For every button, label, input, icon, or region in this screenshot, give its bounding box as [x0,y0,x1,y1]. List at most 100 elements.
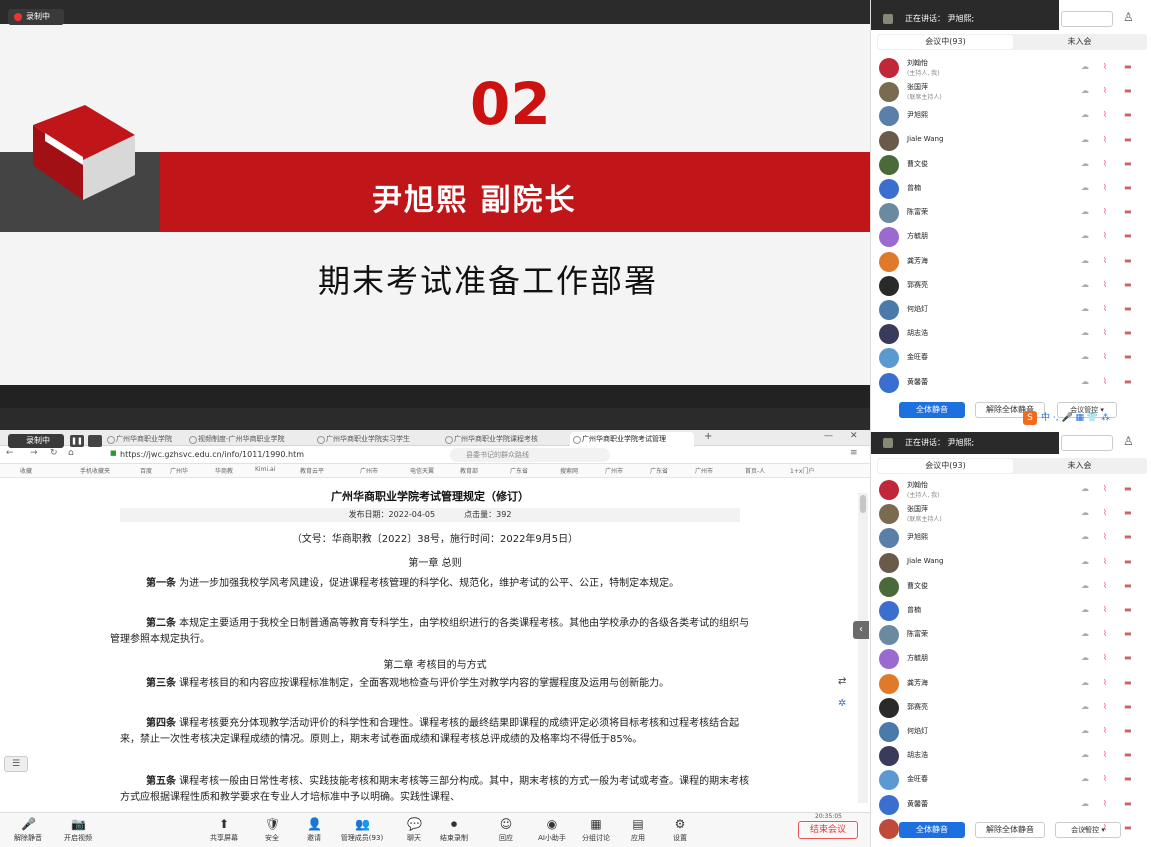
bookmark-item[interactable]: 广州市 [605,466,623,475]
bookmark-item[interactable]: 广东省 [510,466,528,475]
mic-muted-icon[interactable]: ⌇ [1103,183,1107,192]
camera-off-icon[interactable]: ▬ [1124,508,1132,517]
meeting-control-button[interactable]: 会议管控 ▾ [1055,822,1121,838]
collapse-panel-button[interactable]: ‹ [853,621,869,639]
mic-muted-icon[interactable]: ⌇ [1103,678,1107,687]
bookmark-item[interactable]: 教育部 [460,466,478,475]
mic-muted-icon[interactable]: ⌇ [1103,750,1107,759]
minimize-icon[interactable]: — [824,431,833,441]
participant-row[interactable]: 金旺春 ☁ ⌇ ▬ [879,768,1149,792]
camera-off-icon[interactable]: ▬ [1124,231,1132,240]
menu-icon[interactable]: ≡ [850,448,858,458]
recording-indicator[interactable]: 录制中 [8,9,64,25]
camera-off-icon[interactable]: ▬ [1124,304,1132,313]
camera-off-icon[interactable]: ▬ [1124,62,1132,71]
bookmark-item[interactable]: 百度 [140,466,152,475]
participant-row[interactable]: 曾楠 ☁ ⌇ ▬ [879,599,1149,623]
bookmark-item[interactable]: 搜索网 [560,466,578,475]
screen-share-icon[interactable]: ☁ [1081,532,1089,541]
mic-muted-icon[interactable]: ⌇ [1103,377,1107,386]
bookmark-item[interactable]: 1+x门户 [790,466,814,475]
camera-off-icon[interactable]: ▬ [1124,799,1132,808]
search-input[interactable]: 县委书记的群众路线 [450,448,610,462]
browser-tab[interactable]: 广州华商职业学院实习学生 [314,432,438,446]
camera-off-icon[interactable]: ▬ [1124,557,1132,566]
browser-tab[interactable]: 广州华商职业学院课程考核 [442,432,566,446]
participant-search-input[interactable] [1061,435,1113,451]
end-meeting-button[interactable]: 结束会议 [798,821,858,839]
unmute-all-button[interactable]: 解除全体静音 [975,822,1045,838]
screen-share-icon[interactable]: ☁ [1081,159,1089,168]
camera-off-icon[interactable]: ▬ [1124,352,1132,361]
participant-row[interactable]: 张国萍 (联席主持人) ☁ ⌇ ▬ [879,502,1149,526]
bookmark-item[interactable]: Kimi.ai [255,466,275,473]
camera-off-icon[interactable]: ▬ [1124,750,1132,759]
translate-icon[interactable]: ⇄ [838,676,846,687]
camera-off-icon[interactable]: ▬ [1124,702,1132,711]
mic-muted-icon[interactable]: ⌇ [1103,629,1107,638]
screen-share-icon[interactable]: ☁ [1081,605,1089,614]
participant-row[interactable]: 胡志浩 ☁ ⌇ ▬ [879,322,1149,346]
participant-row[interactable]: 金旺春 ☁ ⌇ ▬ [879,346,1149,370]
camera-off-icon[interactable]: ▬ [1124,532,1132,541]
pause-recording-button[interactable]: ❚❚ [70,435,84,447]
participant-row[interactable]: 曹文俊 ☁ ⌇ ▬ [879,153,1149,177]
participant-row[interactable]: 方毓朋 ☁ ⌇ ▬ [879,225,1149,249]
camera-off-icon[interactable]: ▬ [1124,774,1132,783]
participant-row[interactable]: 黄馨蕾 ☁ ⌇ ▬ [879,793,1149,817]
mic-muted-icon[interactable]: ⌇ [1103,110,1107,119]
mic-muted-icon[interactable]: ⌇ [1103,135,1107,144]
screen-share-icon[interactable]: ☁ [1081,304,1089,313]
camera-off-icon[interactable]: ▬ [1124,86,1132,95]
mic-muted-icon[interactable]: ⌇ [1103,280,1107,289]
participant-row[interactable]: 龚芳海 ☁ ⌇ ▬ [879,672,1149,696]
bookmark-item[interactable]: 电信天翼 [410,466,434,475]
apps-button[interactable]: ▤ 应用 [614,817,662,843]
recording-indicator-2[interactable]: 录制中 [8,434,64,448]
screen-share-icon[interactable]: ☁ [1081,207,1089,216]
bookmark-item[interactable]: 广州市 [695,466,713,475]
camera-off-icon[interactable]: ▬ [1124,484,1132,493]
mic-muted-icon[interactable]: ⌇ [1103,352,1107,361]
mic-muted-icon[interactable]: ⌇ [1103,328,1107,337]
bookmark-item[interactable]: 手机收藏夹 [80,466,110,475]
mic-muted-icon[interactable]: ⌇ [1103,207,1107,216]
mic-muted-icon[interactable]: ⌇ [1103,774,1107,783]
camera-off-icon[interactable]: ▬ [1124,280,1132,289]
ai-icon[interactable]: ✲ [838,698,846,709]
participant-row[interactable]: 何焰灯 ☁ ⌇ ▬ [879,720,1149,744]
mic-muted-icon[interactable]: ⌇ [1103,581,1107,590]
screen-share-icon[interactable]: ☁ [1081,581,1089,590]
mic-muted-icon[interactable]: ⌇ [1103,532,1107,541]
breakout-rooms-button[interactable]: ▦ 分组讨论 [572,817,620,843]
participant-row[interactable]: 胡志浩 ☁ ⌇ ▬ [879,744,1149,768]
participant-row[interactable]: 刘翰怡 (主持人, 我) ☁ ⌇ ▬ [879,56,1149,80]
settings-button[interactable]: ⚙ 设置 [656,817,704,843]
ai-assistant-button[interactable]: ◉ AI小助手 [528,817,576,843]
mic-muted-icon[interactable]: ⌇ [1103,508,1107,517]
participant-search-input[interactable] [1061,11,1113,27]
screen-share-icon[interactable]: ☁ [1081,774,1089,783]
screen-share-icon[interactable]: ☁ [1081,231,1089,240]
screen-share-icon[interactable]: ☁ [1081,629,1089,638]
camera-off-icon[interactable]: ▬ [1124,629,1132,638]
tab-in-meeting[interactable]: 会议中(93) [878,459,1013,473]
scroll-thumb[interactable] [860,495,866,513]
camera-off-icon[interactable]: ▬ [1124,207,1132,216]
mic-muted-icon[interactable]: ⌇ [1103,159,1107,168]
screen-share-icon[interactable]: ☁ [1081,135,1089,144]
unmute-button[interactable]: 🎤 解除静音 [4,817,52,843]
mic-muted-icon[interactable]: ⌇ [1103,86,1107,95]
forward-icon[interactable]: → [30,448,38,458]
stop-recording-button[interactable]: ⏺ 结束录制 [430,817,478,843]
bookmark-item[interactable]: 广东省 [650,466,668,475]
mic-muted-icon[interactable]: ⌇ [1103,726,1107,735]
reload-icon[interactable]: ↻ [50,448,58,458]
home-icon[interactable]: ⌂ [68,448,74,458]
mic-muted-icon[interactable]: ⌇ [1103,62,1107,71]
camera-off-icon[interactable]: ▬ [1124,726,1132,735]
screen-share-icon[interactable]: ☁ [1081,726,1089,735]
back-icon[interactable]: ← [6,448,14,458]
screen-share-icon[interactable]: ☁ [1081,702,1089,711]
participant-row[interactable]: 张国萍 (联席主持人) ☁ ⌇ ▬ [879,80,1149,104]
